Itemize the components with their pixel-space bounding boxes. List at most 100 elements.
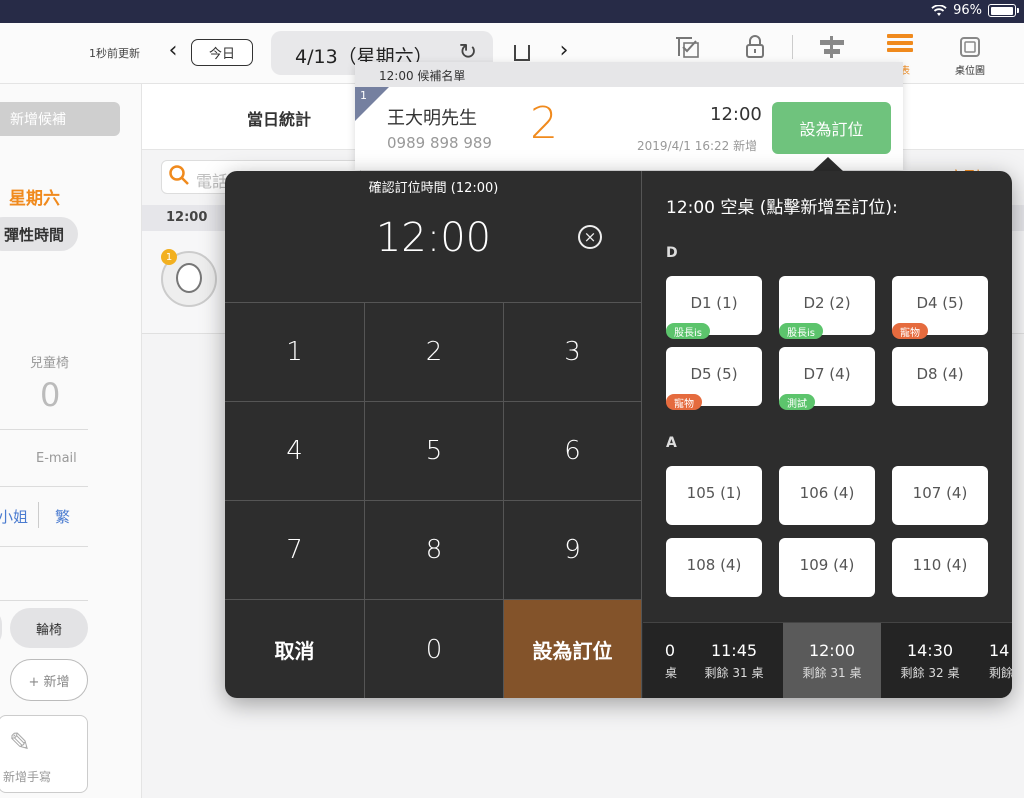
table-card-109[interactable]: 109 (4): [779, 538, 875, 597]
table-name: D5 (5): [690, 365, 738, 383]
table-tag: 寵物: [666, 394, 702, 410]
next-day-icon[interactable]: ›: [554, 38, 574, 63]
slot-remaining: 剩餘 31 桌: [704, 666, 764, 680]
key-9[interactable]: 9: [504, 501, 642, 600]
battery-percent: 96%: [953, 3, 982, 18]
status-bar: 96%: [0, 0, 1024, 23]
divider: [0, 429, 88, 430]
time-slot-strip: 0 桌 11:45 剩餘 31 桌 12:00 剩餘 31 桌 14:30 剩餘…: [643, 622, 1012, 698]
calendar-icon[interactable]: [514, 45, 530, 61]
key-5[interactable]: 5: [365, 402, 504, 501]
slot-time: 11:45: [710, 641, 758, 660]
available-tables: 12:00 空桌 (點擊新增至訂位): D D1 (1) 股長is D2 (2)…: [643, 171, 1012, 622]
table-card-d8[interactable]: D8 (4): [892, 347, 988, 406]
table-card-106[interactable]: 106 (4): [779, 466, 875, 525]
table-tag: 股長is: [779, 323, 823, 339]
section-label-a: A: [666, 435, 677, 451]
slot-time: 12:00: [808, 641, 856, 660]
wheelchair-pill[interactable]: 輪椅: [10, 608, 88, 648]
guest-phone: 0989 898 989: [387, 134, 492, 152]
time-slot[interactable]: 11:45 剩餘 31 桌: [685, 623, 783, 698]
table-name: 108 (4): [686, 556, 742, 574]
key-0[interactable]: 0: [365, 600, 504, 698]
time-slot[interactable]: 14 剩餘: [979, 623, 1012, 698]
time-keypad: 確認訂位時間 (12:00) 12:00 × 1 2 3 4 5 6 7 8 9…: [225, 171, 642, 698]
table-card-d2[interactable]: D2 (2) 股長is: [779, 276, 875, 339]
table-name: 110 (4): [912, 556, 968, 574]
confirm-reservation-button[interactable]: 設為訂位: [504, 600, 642, 698]
clear-icon[interactable]: ×: [578, 225, 602, 249]
language-option[interactable]: 繁: [55, 506, 70, 527]
table-card-105[interactable]: 105 (1): [666, 466, 762, 525]
today-button[interactable]: 今日: [191, 39, 253, 66]
waitlist-title: 12:00 候補名單: [379, 69, 466, 83]
table-name: D8 (4): [916, 365, 964, 383]
waitlist-time: 12:00: [710, 104, 762, 125]
child-chair-value[interactable]: 0: [40, 376, 60, 414]
set-reservation-button[interactable]: 設為訂位: [772, 102, 891, 154]
table-tag: 寵物: [892, 323, 928, 339]
title-miss-option[interactable]: 小姐: [0, 506, 28, 527]
time-slot[interactable]: 0 桌: [643, 623, 685, 698]
table-card-d1[interactable]: D1 (1) 股長is: [666, 276, 762, 339]
slot-time: 14: [989, 641, 1010, 660]
add-tag-button[interactable]: + 新增: [10, 659, 88, 701]
email-field-label[interactable]: E-mail: [36, 451, 77, 466]
flex-time-pill[interactable]: 彈性時間: [0, 217, 78, 251]
slot-time: 0: [664, 641, 675, 660]
section-label-d: D: [666, 245, 678, 261]
cancel-button[interactable]: 取消: [225, 600, 365, 698]
table-check-icon[interactable]: [674, 35, 700, 59]
key-3[interactable]: 3: [504, 303, 642, 402]
prev-day-icon[interactable]: ‹: [163, 38, 183, 63]
avatar: 1: [161, 249, 217, 307]
tag-pill[interactable]: [0, 608, 2, 648]
waitlist-header: 12:00 候補名單: [355, 62, 903, 87]
table-card-d5[interactable]: D5 (5) 寵物: [666, 347, 762, 410]
table-card-107[interactable]: 107 (4): [892, 466, 988, 525]
table-name: 107 (4): [912, 484, 968, 502]
divider: [0, 600, 88, 601]
key-1[interactable]: 1: [225, 303, 365, 402]
added-timestamp: 2019/4/1 16:22 新增: [637, 139, 758, 153]
handwrite-label: 新增手寫: [3, 770, 52, 784]
key-7[interactable]: 7: [225, 501, 365, 600]
key-2[interactable]: 2: [365, 303, 504, 402]
add-waitlist-button[interactable]: 新增候補: [0, 102, 120, 136]
slot-remaining: 剩餘: [989, 666, 1012, 680]
align-icon[interactable]: [818, 35, 846, 59]
toolbar-divider: [792, 35, 793, 59]
table-card-d4[interactable]: D4 (5) 寵物: [892, 276, 988, 339]
key-8[interactable]: 8: [365, 501, 504, 600]
floor-plan-label: 桌位圖: [955, 66, 985, 77]
confirm-time-popover: 確認訂位時間 (12:00) 12:00 × 1 2 3 4 5 6 7 8 9…: [225, 171, 1012, 698]
table-card-110[interactable]: 110 (4): [892, 538, 988, 597]
table-name: D7 (4): [803, 365, 851, 383]
slot-time: 14:30: [906, 641, 954, 660]
table-card-108[interactable]: 108 (4): [666, 538, 762, 597]
search-icon: [169, 165, 189, 185]
popover-arrow: [812, 157, 844, 172]
wifi-icon: [931, 4, 947, 16]
key-4[interactable]: 4: [225, 402, 365, 501]
slot-remaining: 剩餘 31 桌: [802, 666, 862, 680]
queue-number: 1: [360, 89, 367, 102]
day-stats-tab[interactable]: 當日統計: [247, 106, 311, 130]
key-6[interactable]: 6: [504, 402, 642, 501]
list-view-icon[interactable]: [887, 34, 913, 56]
time-row-label: 12:00: [166, 210, 208, 225]
waitlist-card: 12:00 候補名單 1 王大明先生 0989 898 989 2 12:00 …: [355, 62, 903, 170]
handwrite-button[interactable]: ✎ 新增手寫: [0, 715, 88, 793]
time-slot[interactable]: 14:30 剩餘 32 桌: [881, 623, 979, 698]
status-right: 96%: [931, 3, 1019, 18]
table-card-d7[interactable]: D7 (4) 測試: [779, 347, 875, 410]
guest-name: 王大明先生: [387, 108, 477, 129]
avatar-badge: 1: [161, 249, 177, 265]
divider: [0, 486, 88, 487]
pen-icon: ✎: [9, 728, 31, 758]
left-panel: 新增候補 星期六 彈性時間 兒童椅 0 E-mail 小姐 繁 輪椅 + 新增 …: [0, 84, 142, 798]
floor-plan-icon[interactable]: [958, 35, 982, 59]
lock-icon[interactable]: [744, 35, 766, 59]
table-name: D2 (2): [803, 294, 851, 312]
time-slot-selected[interactable]: 12:00 剩餘 31 桌: [783, 623, 881, 698]
